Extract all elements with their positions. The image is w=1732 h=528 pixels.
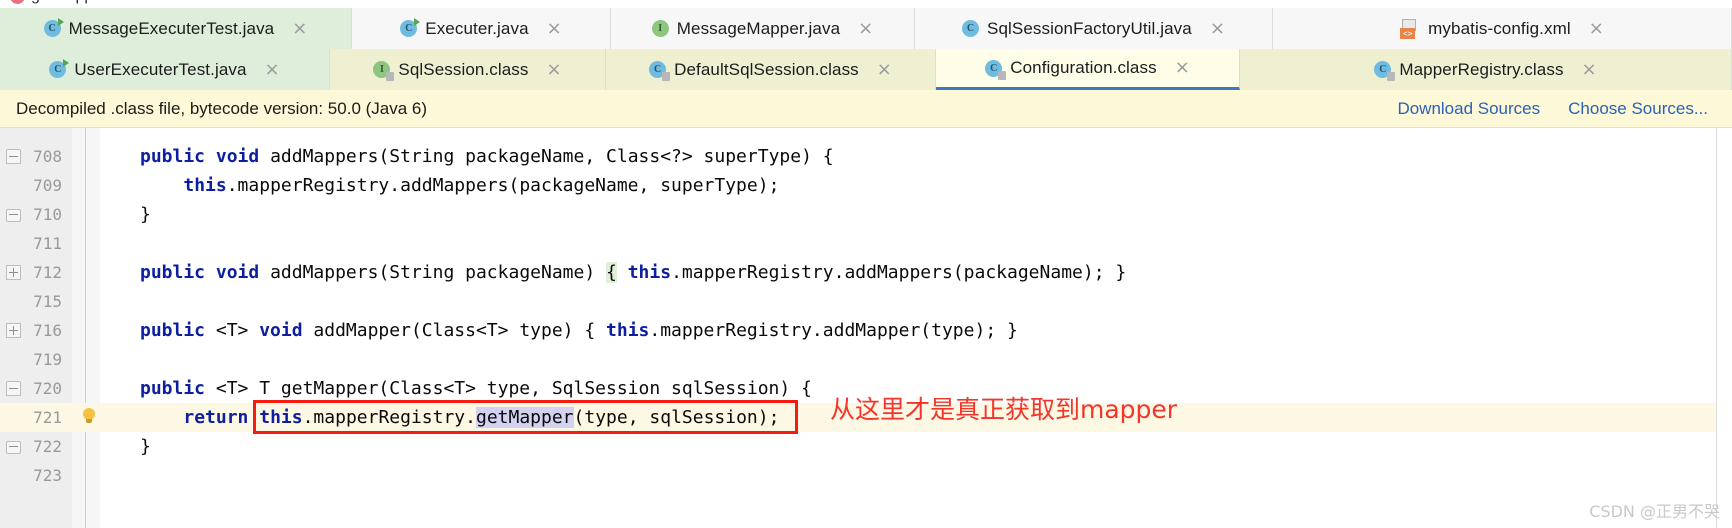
java-interface-locked-icon: I	[373, 61, 395, 81]
tab-label: Executer.java	[425, 18, 529, 38]
line-number: 723	[33, 466, 62, 485]
close-icon[interactable]: ×	[1582, 60, 1597, 79]
code-text: public <T> T getMapper(Class<T> type, Sq…	[140, 378, 812, 399]
close-icon[interactable]: ×	[858, 19, 873, 38]
tab-label: mybatis-config.xml	[1428, 18, 1571, 38]
code-line[interactable]: 723	[0, 461, 1732, 490]
code-line[interactable]: 716 public <T> void addMapper(Class<T> ty…	[0, 316, 1732, 345]
notification-actions: Download Sources Choose Sources...	[1397, 99, 1718, 119]
fold-end-icon[interactable]	[6, 439, 21, 454]
tab-row-2: C UserExecuterTest.java × I SqlSession.c…	[0, 49, 1732, 90]
watermark: CSDN @正男不哭	[1589, 502, 1720, 521]
code-text: public void addMappers(String packageNam…	[140, 262, 1127, 283]
intention-bulb-icon[interactable]	[82, 408, 96, 426]
xml-file-icon: <>	[1400, 18, 1420, 39]
tab-label: MapperRegistry.class	[1399, 59, 1564, 79]
tab-sqlsession-class[interactable]: I SqlSession.class ×	[330, 49, 606, 90]
code-line[interactable]: 708 public void addMappers(String package…	[0, 142, 1732, 171]
tab-label: MessageMapper.java	[676, 18, 841, 38]
red-circle-icon	[10, 0, 25, 4]
tab-label: SqlSessionFactoryUtil.java	[987, 18, 1192, 38]
close-icon[interactable]: ×	[1175, 59, 1190, 77]
code-text: }	[140, 204, 151, 225]
fold-end-icon[interactable]	[6, 207, 21, 222]
notification-message: Decompiled .class file, bytecode version…	[16, 98, 428, 118]
code-line[interactable]: 719	[0, 345, 1732, 374]
tab-label: DefaultSqlSession.class	[674, 59, 859, 79]
close-icon[interactable]: ×	[547, 19, 562, 38]
java-class-icon: C	[962, 20, 980, 37]
java-class-runnable-icon: C	[400, 18, 421, 37]
code-line[interactable]: 710}	[0, 200, 1732, 229]
tab-mapperregistry-class[interactable]: C MapperRegistry.class ×	[1240, 49, 1732, 90]
close-icon[interactable]: ×	[547, 60, 562, 79]
tab-sqlsessionfactoryutil-java[interactable]: C SqlSessionFactoryUtil.java ×	[915, 8, 1273, 49]
line-number: 711	[33, 234, 62, 253]
tab-messagemapper-java[interactable]: I MessageMapper.java ×	[611, 8, 915, 49]
tab-mybatis-config-xml[interactable]: <> mybatis-config.xml ×	[1273, 8, 1732, 49]
close-icon[interactable]: ×	[292, 19, 307, 38]
tab-label: SqlSession.class	[398, 59, 529, 79]
code-text: public void addMappers(String packageNam…	[140, 146, 834, 167]
line-number: 719	[33, 350, 62, 369]
close-icon[interactable]: ×	[877, 60, 892, 79]
line-number: 709	[33, 176, 62, 195]
editor-marker-strip[interactable]	[1716, 128, 1732, 528]
tab-defaultsqlsession-class[interactable]: C DefaultSqlSession.class ×	[606, 49, 936, 90]
tool-window-title-strip: getMapper	[0, 0, 1732, 8]
tab-userexecutertest-java[interactable]: C UserExecuterTest.java ×	[0, 49, 330, 90]
code-text: }	[140, 436, 151, 457]
tab-messageexecutertest-java[interactable]: C MessageExecuterTest.java ×	[0, 8, 352, 49]
tab-label: MessageExecuterTest.java	[68, 18, 275, 38]
tab-label: Configuration.class	[1010, 58, 1157, 77]
code-line[interactable]: 712 public void addMappers(String package…	[0, 258, 1732, 287]
choose-sources-link[interactable]: Choose Sources...	[1568, 99, 1708, 119]
tab-row-1: C MessageExecuterTest.java × C Executer.…	[0, 8, 1732, 49]
fold-collapse-icon[interactable]	[6, 149, 21, 164]
tab-configuration-class[interactable]: C Configuration.class ×	[936, 49, 1240, 90]
java-class-runnable-icon: C	[49, 59, 70, 78]
annotation-note-text: 从这里才是真正获取到mapper	[830, 395, 1178, 424]
line-number: 715	[33, 292, 62, 311]
java-class-locked-icon: C	[649, 61, 671, 81]
code-text: this.mapperRegistry.addMappers(packageNa…	[183, 175, 780, 196]
code-editor[interactable]: 708 public void addMappers(String package…	[0, 128, 1732, 528]
download-sources-link[interactable]: Download Sources	[1397, 99, 1540, 119]
fold-expand-icon[interactable]	[6, 323, 21, 338]
fold-expand-icon[interactable]	[6, 265, 21, 280]
code-line[interactable]: 709 this.mapperRegistry.addMappers(packa…	[0, 171, 1732, 200]
code-text: return this.mapperRegistry.getMapper(typ…	[183, 407, 780, 428]
code-text: public <T> void addMapper(Class<T> type)…	[140, 320, 1018, 341]
close-icon[interactable]: ×	[1210, 19, 1225, 38]
java-class-locked-icon: C	[1374, 61, 1396, 81]
close-icon[interactable]: ×	[1589, 19, 1604, 38]
editor-tab-bar: C MessageExecuterTest.java × C Executer.…	[0, 8, 1732, 90]
java-class-locked-icon: C	[985, 59, 1007, 80]
code-line[interactable]: 722}	[0, 432, 1732, 461]
code-line[interactable]: 711	[0, 229, 1732, 258]
tab-label: UserExecuterTest.java	[74, 59, 247, 79]
tab-executer-java[interactable]: C Executer.java ×	[352, 8, 611, 49]
close-icon[interactable]: ×	[265, 60, 280, 79]
decompiled-notification-bar: Decompiled .class file, bytecode version…	[0, 90, 1732, 128]
fold-collapse-icon[interactable]	[6, 381, 21, 396]
line-number: 721	[33, 408, 62, 427]
tool-window-title: getMapper	[31, 0, 108, 5]
code-line[interactable]: 715	[0, 287, 1732, 316]
java-class-runnable-icon: C	[43, 18, 64, 37]
java-interface-icon: I	[651, 20, 669, 37]
